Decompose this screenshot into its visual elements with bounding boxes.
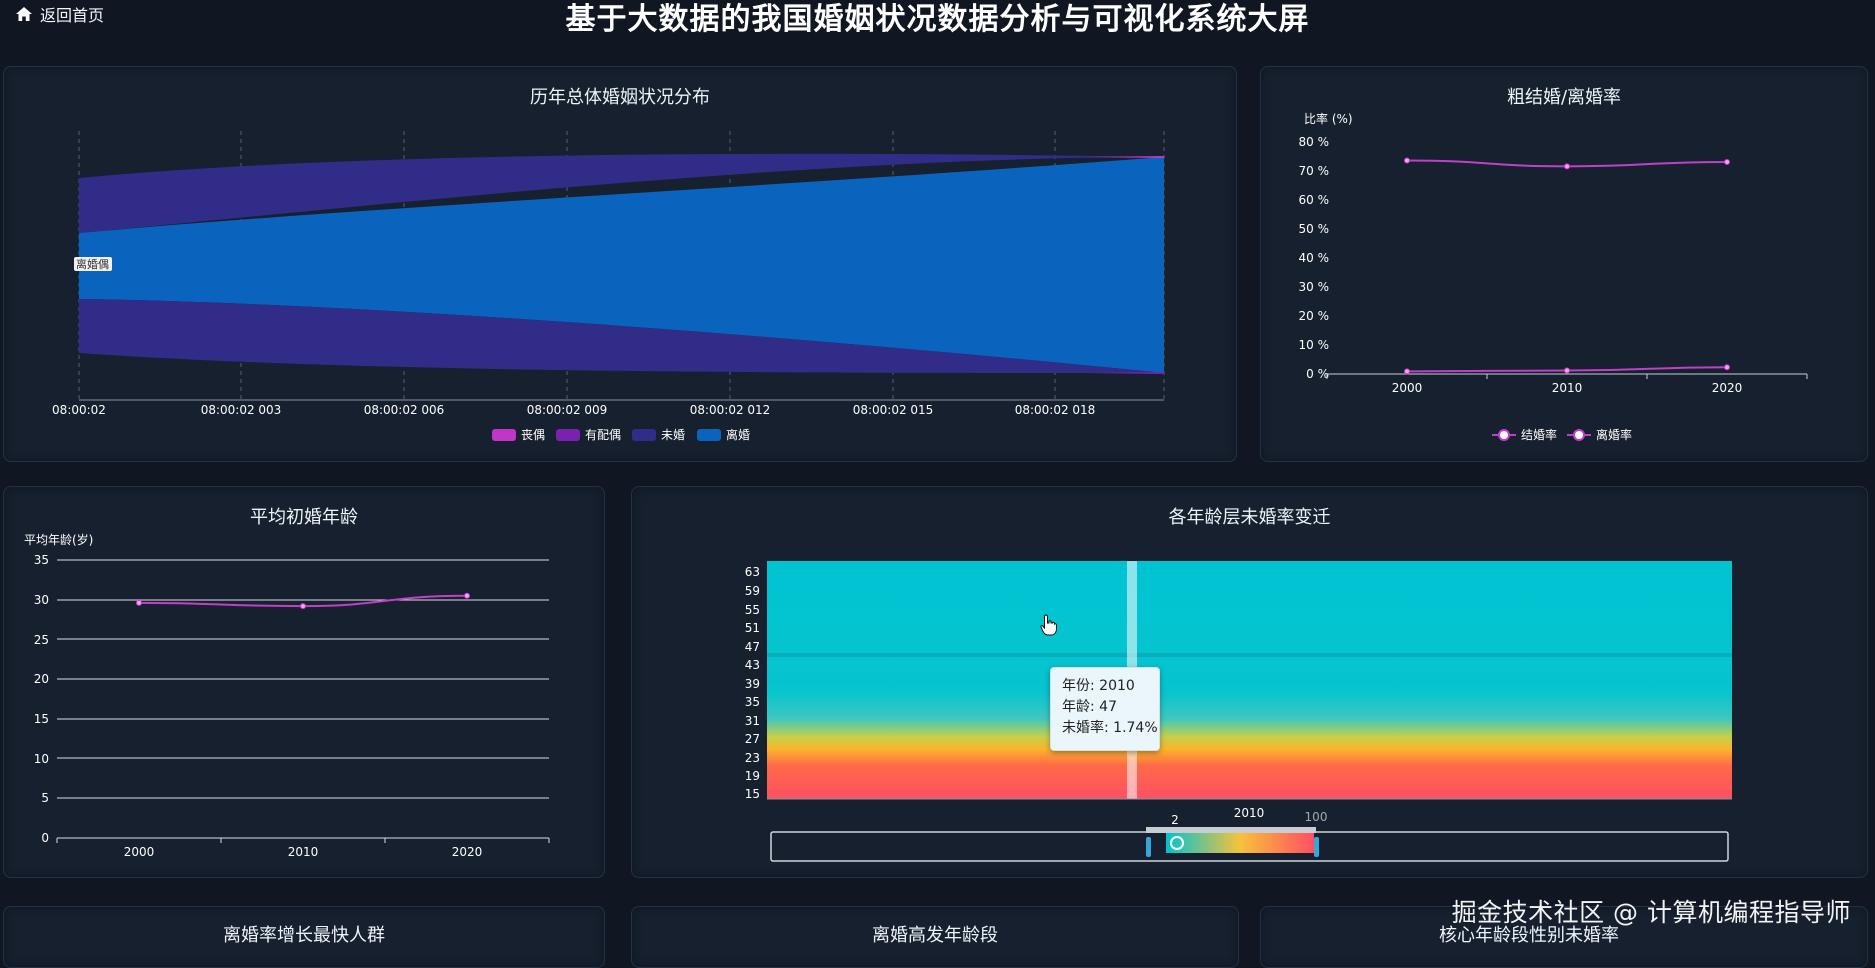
- fastest-divorce-growth-title: 离婚率增长最快人群: [223, 925, 385, 946]
- y-tick: 15: [745, 787, 760, 801]
- x-tick: 2010: [1552, 381, 1583, 395]
- y-tick: 63: [745, 565, 760, 579]
- x-tick: 08:00:02 006: [364, 403, 445, 417]
- legend-item: 有配偶: [585, 428, 621, 442]
- x-tick: 2010: [288, 845, 319, 859]
- first-marriage-age-panel: 平均初婚年龄 平均年龄(岁) 0 5 10 15 20 25 30 35 200…: [3, 486, 605, 878]
- visual-map-min: 2: [1171, 813, 1179, 827]
- y-tick: 0: [41, 831, 49, 845]
- legend-item: 离婚率: [1596, 427, 1632, 442]
- y-tick: 47: [745, 640, 760, 654]
- y-tick: 35: [34, 553, 49, 567]
- legend-item: 未婚: [661, 428, 685, 442]
- legend-item: 离婚: [726, 427, 750, 442]
- y-tick: 60 %: [1299, 193, 1330, 207]
- marriage-rate-point: [1404, 157, 1410, 164]
- legend-item: 丧偶: [521, 428, 545, 442]
- y-tick: 80 %: [1299, 135, 1330, 149]
- y-tick: 50 %: [1299, 222, 1330, 236]
- divorce-rate-point: [1724, 364, 1730, 371]
- y-tick: 31: [745, 714, 760, 728]
- first-marriage-age-chart[interactable]: 平均年龄(岁) 0 5 10 15 20 25 30 35 2000 2010 …: [4, 487, 604, 877]
- marital-distribution-panel: 历年总体婚姻状况分布 离婚偶 08:00:02 08:00:02 003 08:…: [3, 66, 1237, 462]
- x-tick: 08:00:02 018: [1015, 403, 1096, 417]
- watermark: 掘金技术社区 @ 计算机编程指导师: [1451, 898, 1851, 927]
- crude-rates-chart[interactable]: 比率 (%) 0 % 10 % 20 % 30 % 40 % 50 % 60 %…: [1261, 67, 1867, 461]
- y-tick: 70 %: [1299, 164, 1330, 178]
- x-tick: 2000: [1392, 381, 1423, 395]
- y-axis-name: 比率 (%): [1304, 111, 1353, 126]
- y-tick: 30 %: [1299, 280, 1330, 294]
- y-tick: 23: [745, 751, 760, 765]
- visual-map-handle-right[interactable]: [1314, 837, 1319, 857]
- y-tick: 51: [745, 621, 760, 635]
- y-tick: 40 %: [1299, 251, 1330, 265]
- legend[interactable]: 丧偶 有配偶 未婚 离婚: [492, 427, 750, 442]
- y-tick: 10: [34, 752, 49, 766]
- y-tick: 25: [34, 633, 49, 647]
- y-tick: 5: [41, 791, 49, 805]
- y-axis-name: 平均年龄(岁): [24, 532, 93, 547]
- hover-series-label: 离婚偶: [76, 257, 109, 271]
- y-tick: 55: [745, 603, 760, 617]
- crude-rates-panel: 粗结婚/离婚率 比率 (%) 0 % 10 % 20 % 30 % 40 % 5…: [1260, 66, 1868, 462]
- first-marriage-age-point: [136, 599, 142, 606]
- fastest-divorce-growth-panel: 离婚率增长最快人群: [3, 906, 605, 968]
- x-tick: 08:00:02 009: [527, 403, 608, 417]
- y-tick: 39: [745, 677, 760, 691]
- y-tick: 10 %: [1299, 338, 1330, 352]
- x-tick: 2010: [1234, 806, 1265, 820]
- visual-map-max: 100: [1305, 810, 1328, 824]
- visual-map-handle-left[interactable]: [1146, 837, 1151, 857]
- y-tick: 27: [745, 732, 760, 746]
- y-tick: 30: [34, 593, 49, 607]
- marriage-rate-point: [1564, 163, 1570, 170]
- legend[interactable]: 结婚率 离婚率: [1492, 427, 1632, 442]
- y-tick: 19: [745, 769, 760, 783]
- y-tick: 0 %: [1306, 367, 1329, 381]
- tooltip-year: 年份: 2010: [1062, 678, 1135, 694]
- x-tick: 08:00:02: [52, 403, 106, 417]
- heatmap-tooltip: 年份: 2010 年龄: 47 未婚率: 1.74%: [1050, 667, 1160, 751]
- tooltip-rate: 未婚率: 1.74%: [1062, 720, 1158, 736]
- x-tick: 08:00:02 012: [690, 403, 771, 417]
- x-tick: 2020: [1712, 381, 1743, 395]
- y-tick: 59: [745, 584, 760, 598]
- page-title: 基于大数据的我国婚姻状况数据分析与可视化系统大屏: [565, 2, 1310, 37]
- x-tick: 2020: [452, 845, 483, 859]
- first-marriage-age-point: [464, 592, 470, 599]
- marriage-rate-point: [1724, 158, 1730, 165]
- x-tick: 2000: [124, 845, 155, 859]
- top-bar: 返回首页 基于大数据的我国婚姻状况数据分析与可视化系统大屏: [0, 0, 1875, 40]
- unmarried-heatmap-panel: 各年龄层未婚率变迁 63 59 55 51 47 43 39 35 31 27 …: [631, 486, 1868, 878]
- divorce-rate-point: [1404, 368, 1410, 375]
- y-tick: 20: [34, 672, 49, 686]
- divorce-age-panel: 离婚高发年龄段: [631, 906, 1239, 968]
- divorce-age-title: 离婚高发年龄段: [872, 925, 998, 946]
- x-tick: 08:00:02 015: [853, 403, 934, 417]
- y-tick: 20 %: [1299, 309, 1330, 323]
- unmarried-heatmap-chart[interactable]: 63 59 55 51 47 43 39 35 31 27 23 19 15 2…: [632, 487, 1867, 877]
- y-tick: 35: [745, 695, 760, 709]
- legend-item: 结婚率: [1521, 427, 1557, 442]
- y-tick: 15: [34, 712, 49, 726]
- y-tick: 43: [745, 658, 760, 672]
- divorce-rate-point: [1564, 367, 1570, 374]
- x-tick: 08:00:02 003: [201, 403, 282, 417]
- first-marriage-age-point: [300, 603, 306, 610]
- marital-distribution-chart[interactable]: 离婚偶 08:00:02 08:00:02 003 08:00:02 006 0…: [4, 67, 1236, 461]
- hand-cursor-icon: [1040, 614, 1058, 640]
- tooltip-age: 年龄: 47: [1062, 699, 1117, 715]
